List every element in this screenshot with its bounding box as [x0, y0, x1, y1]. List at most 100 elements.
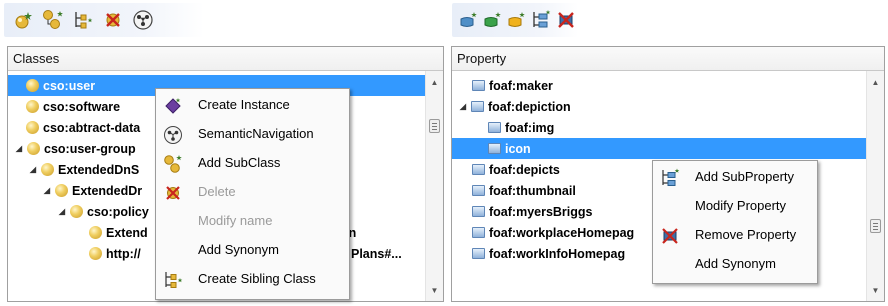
property-row-foaf-maker[interactable]: foaf:maker — [452, 75, 866, 96]
add-subclass-button[interactable] — [40, 6, 66, 34]
class-label: cso:user — [43, 78, 96, 93]
classes-scrollbar[interactable]: ▲ ▼ — [425, 71, 443, 301]
semantic-navigation-icon — [163, 125, 183, 145]
add-subclass-icon — [43, 10, 63, 29]
class-label: cso:user-group — [44, 141, 136, 156]
add-subproperty-button[interactable] — [530, 6, 552, 34]
create-instance-icon — [163, 96, 183, 116]
menu-item-delete[interactable]: Delete — [156, 178, 349, 207]
menu-item-label: Modify name — [198, 213, 273, 228]
menu-item-modify-name[interactable]: Modify name — [156, 207, 349, 236]
class-icon — [89, 226, 102, 239]
expand-toggle-icon[interactable]: ◢ — [57, 207, 67, 216]
delete-icon — [163, 183, 183, 203]
menu-item-label: Create Sibling Class — [198, 271, 316, 286]
property-icon — [471, 101, 484, 112]
menu-item-label: Modify Property — [695, 198, 787, 213]
property-label: foaf:thumbnail — [489, 183, 576, 198]
scroll-thumb[interactable] — [870, 219, 881, 233]
create-instance-icon — [15, 12, 32, 29]
class-icon — [26, 100, 39, 113]
add-subproperty-icon — [660, 168, 680, 188]
property-label: foaf:depicts — [489, 162, 560, 177]
remove-property-button[interactable] — [556, 6, 576, 34]
scroll-thumb[interactable] — [429, 119, 440, 133]
add-subclass-icon — [163, 154, 183, 174]
class-icon — [89, 247, 102, 260]
class-icon — [41, 163, 54, 176]
property-icon — [488, 143, 501, 154]
property-icon — [472, 164, 485, 175]
property-icon — [472, 185, 485, 196]
class-icon — [26, 79, 39, 92]
delete-class-icon — [106, 13, 120, 27]
property-row-icon[interactable]: icon — [452, 138, 866, 159]
create-sibling-class-icon — [163, 270, 183, 290]
menu-item-create-sibling-class[interactable]: Create Sibling Class — [156, 265, 349, 294]
property-toolbar — [452, 3, 578, 37]
semantic-navigation-button[interactable] — [130, 6, 156, 34]
menu-item-label: Delete — [198, 184, 236, 199]
scroll-down-arrow-icon[interactable]: ▼ — [867, 283, 884, 299]
menu-item-label: Add Synonym — [695, 256, 776, 271]
remove-property-icon — [558, 12, 574, 28]
menu-item-label: Add SubProperty — [695, 169, 795, 184]
menu-item-create-instance[interactable]: Create Instance — [156, 91, 349, 120]
scroll-up-arrow-icon[interactable]: ▲ — [867, 75, 884, 91]
class-icon — [27, 142, 40, 155]
menu-item-add-subproperty[interactable]: Add SubProperty — [653, 163, 817, 192]
expand-toggle-icon[interactable]: ◢ — [28, 165, 38, 174]
property-row-foaf-depiction[interactable]: ◢ foaf:depiction — [452, 96, 866, 117]
class-context-menu: Create Instance SemanticNavigation Add S… — [155, 88, 350, 300]
property-label: foaf:depiction — [488, 99, 571, 114]
property-label: foaf:workInfoHomepag — [489, 246, 626, 261]
expand-toggle-icon[interactable]: ◢ — [458, 102, 468, 111]
class-label-tail: Plans#... — [351, 246, 402, 261]
create-instance-button[interactable] — [10, 6, 36, 34]
class-label: ExtendedDnS — [58, 162, 140, 177]
class-icon — [55, 184, 68, 197]
scroll-down-arrow-icon[interactable]: ▼ — [426, 283, 443, 299]
property-label: foaf:workplaceHomepag — [489, 225, 635, 240]
create-sibling-class-button[interactable] — [70, 6, 96, 34]
delete-class-button[interactable] — [100, 6, 126, 34]
class-label: cso:software — [43, 99, 121, 114]
classes-toolbar — [4, 3, 204, 37]
menu-item-remove-property[interactable]: Remove Property — [653, 221, 817, 250]
property-icon — [472, 206, 485, 217]
add-property-orange-icon — [508, 12, 525, 27]
remove-property-icon — [660, 226, 680, 246]
add-property-blue-button[interactable] — [458, 6, 478, 34]
property-icon — [472, 227, 485, 238]
class-label: Extend — [106, 225, 148, 240]
add-property-blue-icon — [460, 12, 477, 27]
add-subproperty-icon — [533, 10, 551, 28]
class-label: cso:policy — [87, 204, 149, 219]
class-label: cso:abtract-data — [43, 120, 141, 135]
menu-item-add-subclass[interactable]: Add SubClass — [156, 149, 349, 178]
class-icon — [26, 121, 39, 134]
property-row-foaf-img[interactable]: foaf:img — [452, 117, 866, 138]
menu-item-add-synonym[interactable]: Add Synonym — [653, 250, 817, 279]
property-scrollbar[interactable]: ▲ ▼ — [866, 71, 884, 301]
property-panel-title: Property — [452, 47, 884, 71]
create-sibling-class-icon — [75, 12, 93, 29]
add-property-orange-button[interactable] — [506, 6, 526, 34]
property-icon — [488, 122, 501, 133]
menu-item-label: Create Instance — [198, 97, 290, 112]
class-label: http:// — [106, 246, 141, 261]
classes-panel-title: Classes — [8, 47, 443, 71]
add-property-green-icon — [484, 12, 501, 27]
menu-item-label: Add Synonym — [198, 242, 279, 257]
property-label: foaf:img — [505, 120, 555, 135]
expand-toggle-icon[interactable]: ◢ — [42, 186, 52, 195]
menu-item-semantic-navigation[interactable]: SemanticNavigation — [156, 120, 349, 149]
add-property-green-button[interactable] — [482, 6, 502, 34]
expand-toggle-icon[interactable]: ◢ — [14, 144, 24, 153]
scroll-up-arrow-icon[interactable]: ▲ — [426, 75, 443, 91]
menu-item-modify-property[interactable]: Modify Property — [653, 192, 817, 221]
class-icon — [70, 205, 83, 218]
menu-item-add-synonym[interactable]: Add Synonym — [156, 236, 349, 265]
property-label: icon — [505, 141, 531, 156]
menu-item-label: Remove Property — [695, 227, 797, 242]
